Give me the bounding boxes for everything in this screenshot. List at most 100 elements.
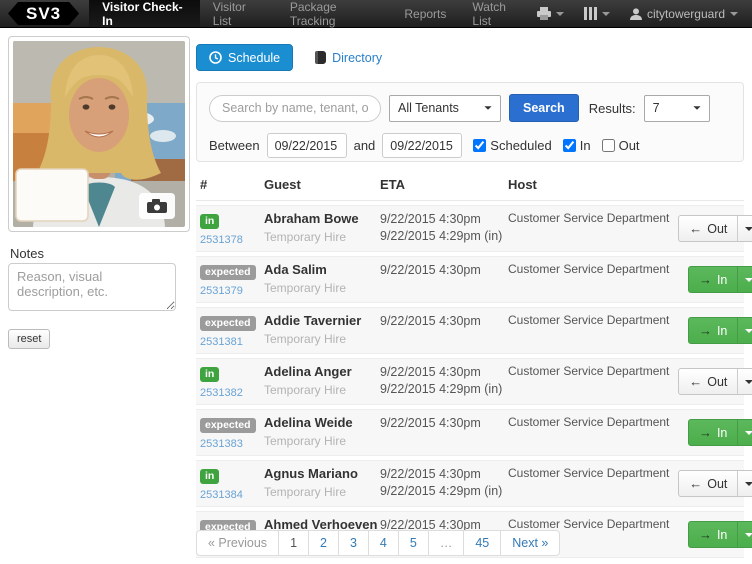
eta-scheduled: 9/22/2015 4:30pm xyxy=(380,467,481,481)
check-out-dropdown-button[interactable] xyxy=(737,471,752,496)
search-input[interactable] xyxy=(209,94,381,122)
nav-item-visitor-list[interactable]: Visitor List xyxy=(200,0,277,28)
search-panel: All Tenants Search Results: 7 Between an… xyxy=(196,82,744,162)
status-badge: expected xyxy=(200,265,256,280)
check-in-dropdown-button[interactable] xyxy=(737,522,752,547)
arrow-right-icon: → xyxy=(698,272,712,287)
date-filter-row: Between and Scheduled In Out xyxy=(209,133,733,158)
search-button[interactable]: Search xyxy=(509,94,579,122)
reset-button[interactable]: reset xyxy=(8,329,51,349)
host-name: Customer Service Department xyxy=(508,364,670,378)
scheduled-checkbox[interactable] xyxy=(473,139,487,152)
badge-photo-overlay xyxy=(15,168,89,222)
in-checkbox[interactable] xyxy=(562,139,576,152)
guest-name: Addie Tavernier xyxy=(264,313,362,328)
check-in-button[interactable]: → In xyxy=(689,267,737,292)
columns-menu[interactable] xyxy=(583,7,610,20)
header-num: # xyxy=(200,177,208,192)
eta-checkin: 9/22/2015 4:29pm (in) xyxy=(380,483,503,498)
check-in-button[interactable]: → In xyxy=(689,318,737,343)
printer-icon xyxy=(536,7,551,20)
host-name: Customer Service Department xyxy=(508,466,670,480)
camera-icon xyxy=(139,193,175,219)
pagination-page-5[interactable]: 5 xyxy=(397,530,429,556)
guest-type: Temporary Hire xyxy=(264,230,347,244)
from-date-input[interactable] xyxy=(266,133,347,158)
results-label: Results: xyxy=(588,100,636,116)
guest-name: Adelina Weide xyxy=(264,415,353,430)
status-badge: expected xyxy=(200,316,256,331)
table-row: in 2531384 Agnus Mariano Temporary Hire … xyxy=(196,460,752,507)
arrow-right-icon: → xyxy=(698,323,712,338)
clock-icon xyxy=(209,51,222,64)
pagination-page-4[interactable]: 4 xyxy=(367,530,399,556)
visitor-id-link[interactable]: 2531384 xyxy=(200,489,260,501)
host-name: Customer Service Department xyxy=(508,313,670,327)
pagination-page-45[interactable]: 45 xyxy=(463,530,502,556)
visitor-id-link[interactable]: 2531381 xyxy=(200,336,260,348)
check-out-button[interactable]: ← Out xyxy=(679,471,737,496)
status-badge: in xyxy=(200,469,220,484)
tenant-select[interactable]: All Tenants xyxy=(389,94,501,122)
eta-checkin: 9/22/2015 4:29pm (in) xyxy=(380,381,503,396)
tab-directory[interactable]: Directory xyxy=(315,51,382,65)
check-in-dropdown-button[interactable] xyxy=(737,267,752,292)
check-in-split-button: → In xyxy=(687,317,752,344)
check-out-dropdown-button[interactable] xyxy=(737,216,752,241)
search-row: All Tenants Search Results: 7 xyxy=(209,94,733,122)
arrow-right-icon: → xyxy=(698,527,712,542)
visitor-id-link[interactable]: 2531378 xyxy=(200,234,260,246)
visitor-id-link[interactable]: 2531383 xyxy=(200,438,260,450)
nav-item-package-tracking[interactable]: Package Tracking xyxy=(277,0,392,28)
check-in-dropdown-button[interactable] xyxy=(737,420,752,445)
guest-type: Temporary Hire xyxy=(264,383,347,397)
status-badge: in xyxy=(200,367,220,382)
book-icon xyxy=(315,51,327,64)
check-out-split-button: ← Out xyxy=(678,215,752,242)
pagination-next[interactable]: Next » xyxy=(500,530,561,556)
check-in-button[interactable]: → In xyxy=(689,420,737,445)
user-menu[interactable]: citytowerguard xyxy=(629,7,738,21)
results-count-select[interactable]: 7 xyxy=(643,94,710,122)
check-out-split-button: ← Out xyxy=(678,368,752,395)
check-in-dropdown-button[interactable] xyxy=(737,318,752,343)
notes-textarea[interactable] xyxy=(8,263,176,311)
guest-type: Temporary Hire xyxy=(264,434,347,448)
caret-down-icon xyxy=(730,11,738,16)
tab-schedule[interactable]: Schedule xyxy=(196,44,294,71)
pagination-page-2[interactable]: 2 xyxy=(308,530,339,556)
nav-item-reports[interactable]: Reports xyxy=(391,0,459,27)
check-in-button[interactable]: → In xyxy=(689,522,737,547)
eta-scheduled: 9/22/2015 4:30pm xyxy=(380,416,481,430)
navbar-tools: citytowerguard xyxy=(536,0,752,27)
visitor-table: # Guest ETA Host in 2531378 Abraham Bowe… xyxy=(196,172,752,558)
host-name: Customer Service Department xyxy=(508,517,670,531)
visitor-id-link[interactable]: 2531382 xyxy=(200,387,260,399)
table-row: expected 2531383 Adelina Weide Temporary… xyxy=(196,409,752,456)
pagination-page-3[interactable]: 3 xyxy=(337,530,369,556)
pagination-previous[interactable]: « Previous xyxy=(196,530,280,556)
eta-checkin: 9/22/2015 4:29pm (in) xyxy=(380,228,503,243)
top-navbar: SV3 Visitor Check-In Visitor List Packag… xyxy=(0,0,752,28)
visitor-id-link[interactable]: 2531379 xyxy=(200,285,260,297)
guest-type: Temporary Hire xyxy=(264,281,347,295)
header-guest: Guest xyxy=(264,177,301,192)
print-menu[interactable] xyxy=(536,7,564,20)
arrow-right-icon: → xyxy=(698,425,712,440)
caret-down-icon xyxy=(555,11,564,16)
out-checkbox[interactable] xyxy=(601,139,615,152)
check-out-button[interactable]: ← Out xyxy=(679,369,737,394)
pagination-page-1[interactable]: 1 xyxy=(278,530,310,556)
nav-item-watch-list[interactable]: Watch List xyxy=(459,0,537,28)
in-checkbox-group: In xyxy=(562,138,591,153)
to-date-input[interactable] xyxy=(382,133,463,158)
check-out-button[interactable]: ← Out xyxy=(679,216,737,241)
header-host: Host xyxy=(508,177,537,192)
check-in-split-button: → In xyxy=(687,266,752,293)
main-nav: Visitor Check-In Visitor List Package Tr… xyxy=(89,0,537,28)
guest-type: Temporary Hire xyxy=(264,485,347,499)
check-out-dropdown-button[interactable] xyxy=(737,369,752,394)
caret-down-icon xyxy=(601,11,610,16)
nav-item-visitor-check-in[interactable]: Visitor Check-In xyxy=(89,0,200,28)
guest-name: Adelina Anger xyxy=(264,364,352,379)
